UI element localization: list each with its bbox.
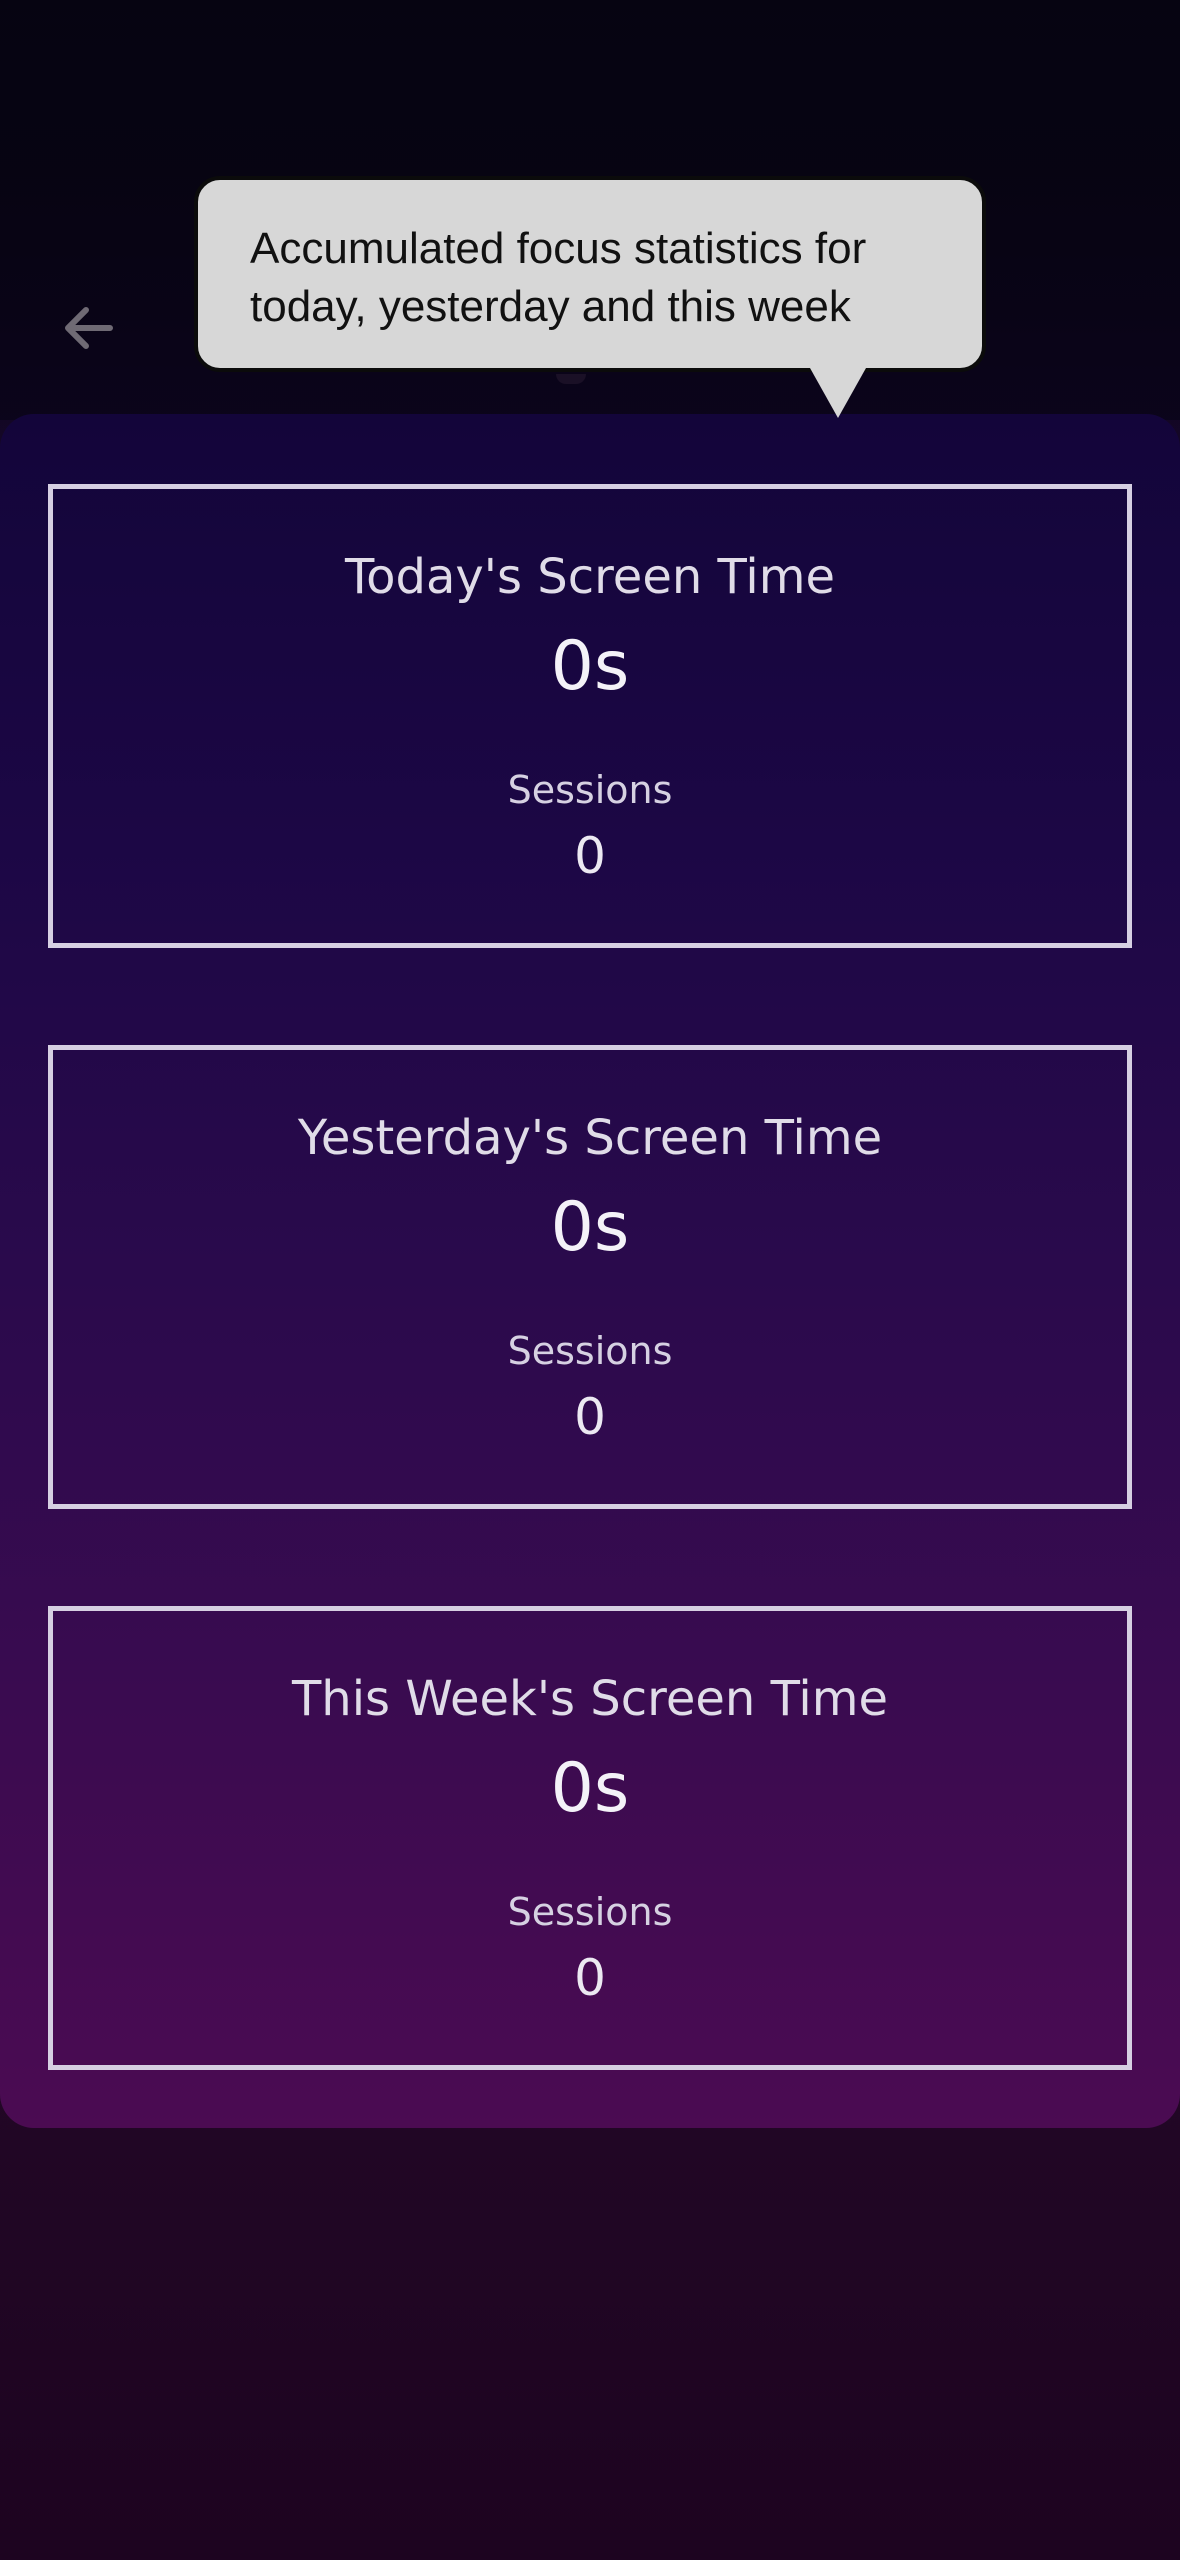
sessions-label: Sessions: [507, 1890, 673, 1934]
card-title: Today's Screen Time: [344, 549, 836, 605]
stats-card-week: This Week's Screen Time 0s Sessions 0: [48, 1606, 1132, 2070]
card-title: Yesterday's Screen Time: [297, 1110, 883, 1166]
sessions-value: 0: [574, 827, 606, 885]
sessions-value: 0: [574, 1949, 606, 2007]
card-title: This Week's Screen Time: [291, 1671, 889, 1727]
screen-time-value: 0s: [550, 1188, 630, 1267]
tooltip-pointer: [810, 368, 866, 418]
sessions-value: 0: [574, 1388, 606, 1446]
tooltip-line-1: Accumulated focus statistics for: [250, 224, 867, 273]
sessions-label: Sessions: [507, 768, 673, 812]
onboarding-tooltip[interactable]: Accumulated focus statistics for today, …: [194, 176, 986, 372]
stats-card-yesterday: Yesterday's Screen Time 0s Sessions 0: [48, 1045, 1132, 1509]
sessions-label: Sessions: [507, 1329, 673, 1373]
screen-time-value: 0s: [550, 1749, 630, 1828]
arrow-left-icon: [65, 307, 113, 349]
back-button[interactable]: [52, 292, 124, 364]
stats-panel: Today's Screen Time 0s Sessions 0 Yester…: [0, 414, 1180, 2128]
tooltip-line-2: today, yesterday and this week: [250, 282, 851, 331]
screen-time-value: 0s: [550, 627, 630, 706]
stats-card-today: Today's Screen Time 0s Sessions 0: [48, 484, 1132, 948]
